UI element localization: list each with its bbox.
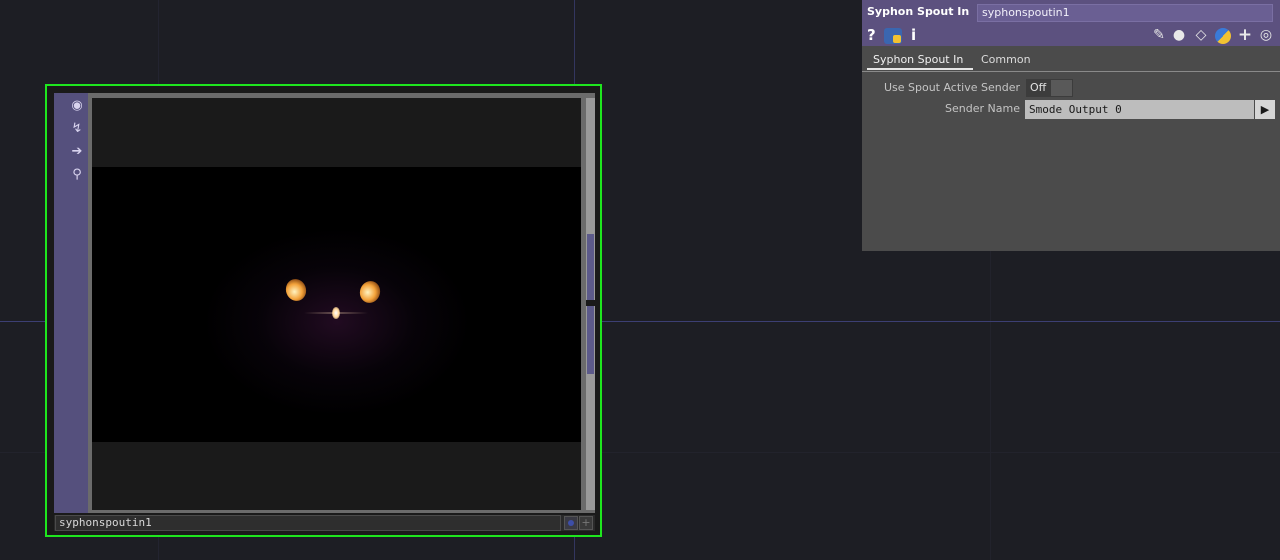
sender-name-label: Sender Name — [945, 102, 1020, 115]
tab-common[interactable]: Common — [981, 50, 1031, 70]
tab-syphon-spout-in[interactable]: Syphon Spout In — [867, 50, 973, 70]
node-viewer[interactable] — [92, 98, 581, 510]
toggle-value: Off — [1030, 81, 1047, 94]
panel-header: Syphon Spout In syphonspoutin1 — [862, 0, 1280, 25]
panel-tabs: Syphon Spout In Common — [862, 50, 1280, 72]
python-icon[interactable] — [1215, 28, 1231, 44]
node-scrollbar[interactable] — [586, 98, 595, 510]
node-side-strip: ◉ ↯ ➔ ⚲ — [54, 93, 88, 513]
bypass-icon[interactable]: ↯ — [67, 119, 87, 139]
operator-name-field[interactable]: syphonspoutin1 — [977, 4, 1273, 22]
preview-nose — [332, 307, 340, 319]
node-footer: syphonspoutin1 + — [54, 515, 595, 531]
preview-glow — [202, 227, 472, 417]
syphon-spout-in-node[interactable]: ◉ ↯ ➔ ⚲ syphonspoutin1 + — [45, 84, 602, 537]
target-icon[interactable]: ◎ — [1257, 26, 1275, 44]
viewer-toggle-icon[interactable]: ◉ — [67, 96, 87, 116]
parameter-panel: Syphon Spout In syphonspoutin1 ? i ✎ ● ◇… — [862, 0, 1280, 251]
python-help-icon[interactable] — [884, 28, 902, 44]
clone-icon[interactable]: ◇ — [1192, 26, 1210, 44]
video-preview — [92, 167, 581, 442]
lock-icon[interactable]: ⚲ — [67, 165, 87, 185]
help-icon[interactable]: ? — [867, 26, 876, 44]
use-active-sender-label: Use Spout Active Sender — [883, 81, 1020, 94]
toggle-knob[interactable] — [1051, 80, 1072, 96]
sender-name-field[interactable]: Smode Output 0 — [1025, 100, 1254, 119]
viewer-active-icon[interactable] — [564, 516, 578, 530]
node-name-field[interactable]: syphonspoutin1 — [55, 515, 561, 531]
grid-line-vertical — [990, 250, 991, 560]
sender-name-menu-button[interactable]: ▶ — [1255, 100, 1275, 119]
add-icon[interactable]: + — [579, 516, 593, 530]
node-body: ◉ ↯ ➔ ⚲ — [54, 93, 595, 513]
comment-icon[interactable]: ● — [1170, 26, 1188, 44]
output-arrow-icon[interactable]: ➔ — [67, 142, 87, 162]
use-active-sender-toggle[interactable]: Off — [1026, 79, 1073, 97]
add-icon[interactable]: + — [1236, 26, 1254, 44]
panel-toolbar: ? i ✎ ● ◇ + ◎ — [862, 25, 1280, 46]
tab-divider — [862, 71, 1280, 72]
info-icon[interactable]: i — [911, 26, 916, 44]
scrollbar-thumb[interactable] — [587, 234, 594, 300]
edit-icon[interactable]: ✎ — [1150, 26, 1168, 44]
scrollbar-thumb[interactable] — [587, 306, 594, 374]
operator-type-label: Syphon Spout In — [867, 5, 970, 18]
